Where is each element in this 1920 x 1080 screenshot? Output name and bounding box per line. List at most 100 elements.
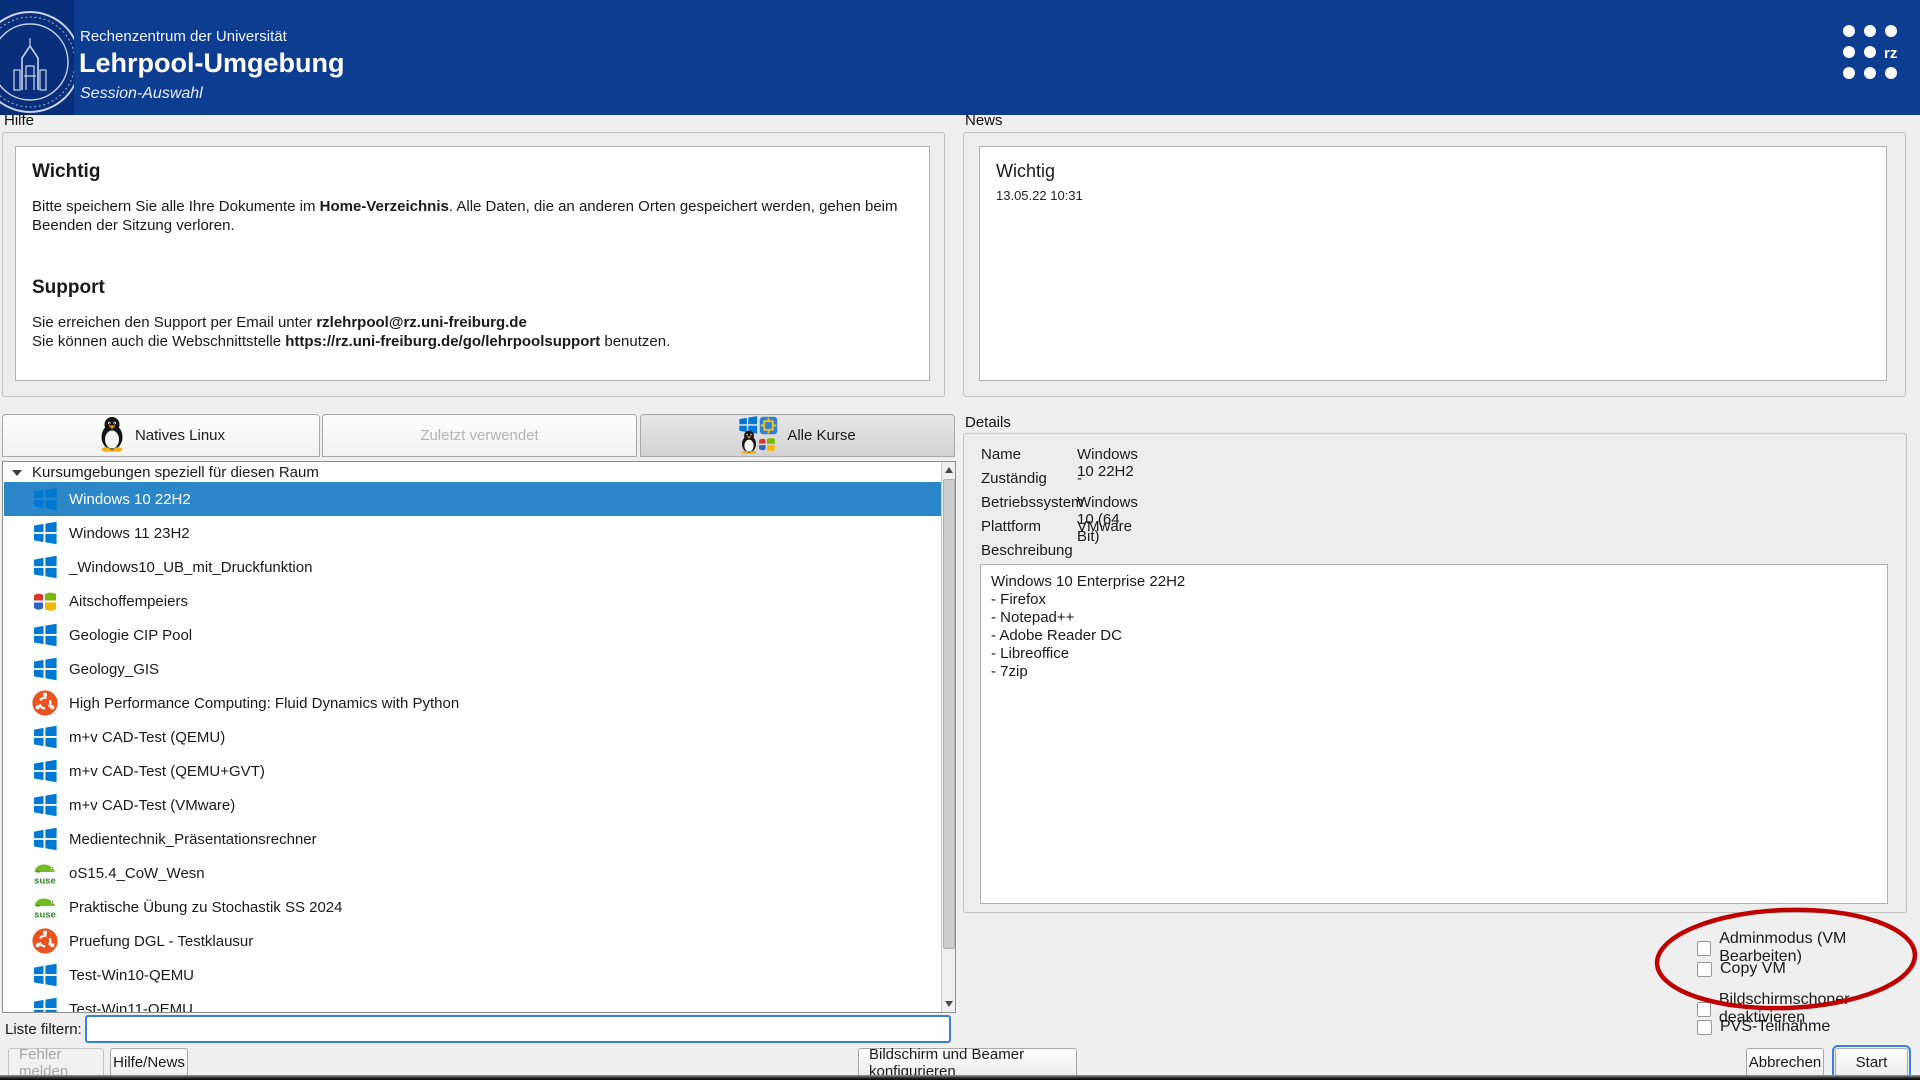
filter-input[interactable] xyxy=(85,1015,951,1043)
configure-display-button[interactable]: Bildschirm und Beamer konfigurieren xyxy=(858,1048,1077,1077)
details-field-value: VMware xyxy=(1077,518,1132,535)
details-field-label: Zuständig xyxy=(981,470,1047,487)
alle-kurse-icon xyxy=(739,416,779,456)
rz-logo-dot xyxy=(1885,67,1897,79)
description-box: Windows 10 Enterprise 22H2- Firefox- Not… xyxy=(980,564,1888,904)
course-list-item[interactable]: Aitschoffempeiers xyxy=(4,584,942,618)
checkbox-label: PVS-Teilnahme xyxy=(1720,1018,1830,1036)
rz-logo-dot xyxy=(1885,25,1897,37)
course-item-label: Windows 10 22H2 xyxy=(69,491,191,508)
description-line: - Notepad++ xyxy=(991,609,1887,627)
checkbox-icon[interactable] xyxy=(1697,962,1712,977)
course-list-item[interactable]: Geologie CIP Pool xyxy=(4,618,942,652)
course-list-item[interactable]: Windows 11 23H2 xyxy=(4,516,942,550)
checkbox-pvs[interactable]: PVS-Teilnahme xyxy=(1697,1018,1830,1036)
app-header: Rechenzentrum der Universität Lehrpool-U… xyxy=(0,0,1920,115)
help-news-button[interactable]: Hilfe/News xyxy=(110,1048,188,1077)
ubuntu-icon xyxy=(31,927,59,955)
course-list-item[interactable]: High Performance Computing: Fluid Dynami… xyxy=(4,686,942,720)
rz-logo-dot xyxy=(1864,46,1876,58)
scroll-down-icon[interactable] xyxy=(942,996,955,1012)
svg-text:suse: suse xyxy=(34,876,56,887)
windows-logo-icon xyxy=(31,961,59,989)
news-groupbox: Wichtig 13.05.22 10:31 xyxy=(963,132,1906,397)
help-support-line2: Sie können auch die Webschnittstelle htt… xyxy=(32,332,932,351)
course-list-item[interactable]: m+v CAD-Test (QEMU+GVT) xyxy=(4,754,942,788)
rz-logo: rz xyxy=(1843,25,1903,83)
course-list-item[interactable]: susePraktische Übung zu Stochastik SS 20… xyxy=(4,890,942,924)
cancel-button[interactable]: Abbrechen xyxy=(1746,1048,1824,1077)
course-item-label: Aitschoffempeiers xyxy=(69,593,188,610)
svg-text:suse: suse xyxy=(34,910,56,921)
scrollbar-thumb[interactable] xyxy=(943,479,955,949)
details-field-label: Plattform xyxy=(981,518,1041,535)
help-groupbox: Wichtig Bitte speichern Sie alle Ihre Do… xyxy=(2,132,945,397)
course-item-label: Windows 11 23H2 xyxy=(69,525,190,542)
suse-icon: suse xyxy=(31,893,59,921)
details-field-label: Name xyxy=(981,446,1021,463)
help-important-text: Bitte speichern Sie alle Ihre Dokumente … xyxy=(32,197,932,235)
windows-logo-icon xyxy=(31,621,59,649)
filter-label: Liste filtern: xyxy=(5,1021,82,1038)
windows-logo-icon xyxy=(31,757,59,785)
course-list-item[interactable]: m+v CAD-Test (VMware) xyxy=(4,788,942,822)
windows-xp-icon xyxy=(757,434,777,458)
list-scrollbar[interactable] xyxy=(941,462,955,1012)
course-list-item[interactable]: Test-Win11-QEMU xyxy=(4,992,942,1013)
course-group-header-label: Kursumgebungen speziell für diesen Raum xyxy=(32,464,319,481)
rz-logo-dot xyxy=(1843,25,1855,37)
checkbox-icon[interactable] xyxy=(1697,941,1711,956)
collapse-triangle-icon xyxy=(12,470,22,476)
course-item-label: m+v CAD-Test (QEMU+GVT) xyxy=(69,763,265,780)
description-line: - Libreoffice xyxy=(991,645,1887,663)
news-text-area: Wichtig 13.05.22 10:31 xyxy=(979,146,1887,381)
checkbox-copy-vm[interactable]: Copy VM xyxy=(1697,960,1786,978)
details-section-label: Details xyxy=(965,414,1011,431)
details-groupbox: NameWindows 10 22H2Zuständig-Betriebssys… xyxy=(963,433,1907,913)
help-support-line1: Sie erreichen den Support per Email unte… xyxy=(32,313,932,332)
tab-label: Natives Linux xyxy=(135,427,225,444)
rz-logo-dot xyxy=(1843,67,1855,79)
tux-icon xyxy=(739,430,759,458)
windows-logo-icon xyxy=(31,995,59,1013)
course-list-item[interactable]: Pruefung DGL - Testklausur xyxy=(4,924,942,958)
description-line: - Adobe Reader DC xyxy=(991,627,1887,645)
course-group-header[interactable]: Kursumgebungen speziell für diesen Raum xyxy=(3,462,955,482)
lehrpool-session-chooser-window: Rechenzentrum der Universität Lehrpool-U… xyxy=(0,0,1920,1080)
course-list-item[interactable]: m+v CAD-Test (QEMU) xyxy=(4,720,942,754)
header-org-line: Rechenzentrum der Universität xyxy=(80,28,287,45)
news-item-title: Wichtig xyxy=(996,161,1886,182)
rz-logo-dot xyxy=(1864,67,1876,79)
course-item-label: m+v CAD-Test (VMware) xyxy=(69,797,235,814)
scroll-up-icon[interactable] xyxy=(942,462,955,478)
course-item-label: Geologie CIP Pool xyxy=(69,627,192,644)
course-list-item[interactable]: Test-Win10-QEMU xyxy=(4,958,942,992)
news-section-label: News xyxy=(965,112,1003,129)
help-support-heading: Support xyxy=(32,277,929,299)
checkbox-label: Copy VM xyxy=(1720,960,1786,978)
help-text-area: Wichtig Bitte speichern Sie alle Ihre Do… xyxy=(15,146,930,381)
tab-natives-linux[interactable]: Natives Linux xyxy=(2,414,320,457)
checkbox-icon[interactable] xyxy=(1697,1020,1712,1035)
course-list-item[interactable]: Medientechnik_Präsentationsrechner xyxy=(4,822,942,856)
checkbox-icon[interactable] xyxy=(1697,1002,1711,1017)
university-seal-icon xyxy=(0,0,74,115)
tab-zuletzt-verwendet[interactable]: Zuletzt verwendet xyxy=(322,414,637,457)
help-section-label: Hilfe xyxy=(4,112,34,129)
course-list-item[interactable]: suseoS15.4_CoW_Wesn xyxy=(4,856,942,890)
course-item-label: Geology_GIS xyxy=(69,661,159,678)
details-field-label: Betriebssystem xyxy=(981,494,1084,511)
course-list-item[interactable]: Geology_GIS xyxy=(4,652,942,686)
windows-logo-icon xyxy=(31,553,59,581)
tab-label: Alle Kurse xyxy=(787,427,855,444)
tab-label: Zuletzt verwendet xyxy=(420,427,538,444)
course-list-item[interactable]: Windows 10 22H2 xyxy=(4,482,942,516)
windows-logo-icon xyxy=(31,723,59,751)
tab-alle-kurse[interactable]: Alle Kurse xyxy=(640,414,955,457)
start-button[interactable]: Start xyxy=(1835,1048,1908,1077)
rz-logo-dot xyxy=(1864,25,1876,37)
windows-xp-icon xyxy=(31,587,59,615)
course-list-item[interactable]: _Windows10_UB_mit_Druckfunktion xyxy=(4,550,942,584)
course-item-label: Test-Win10-QEMU xyxy=(69,967,194,984)
page-subtitle: Session-Auswahl xyxy=(80,85,203,103)
